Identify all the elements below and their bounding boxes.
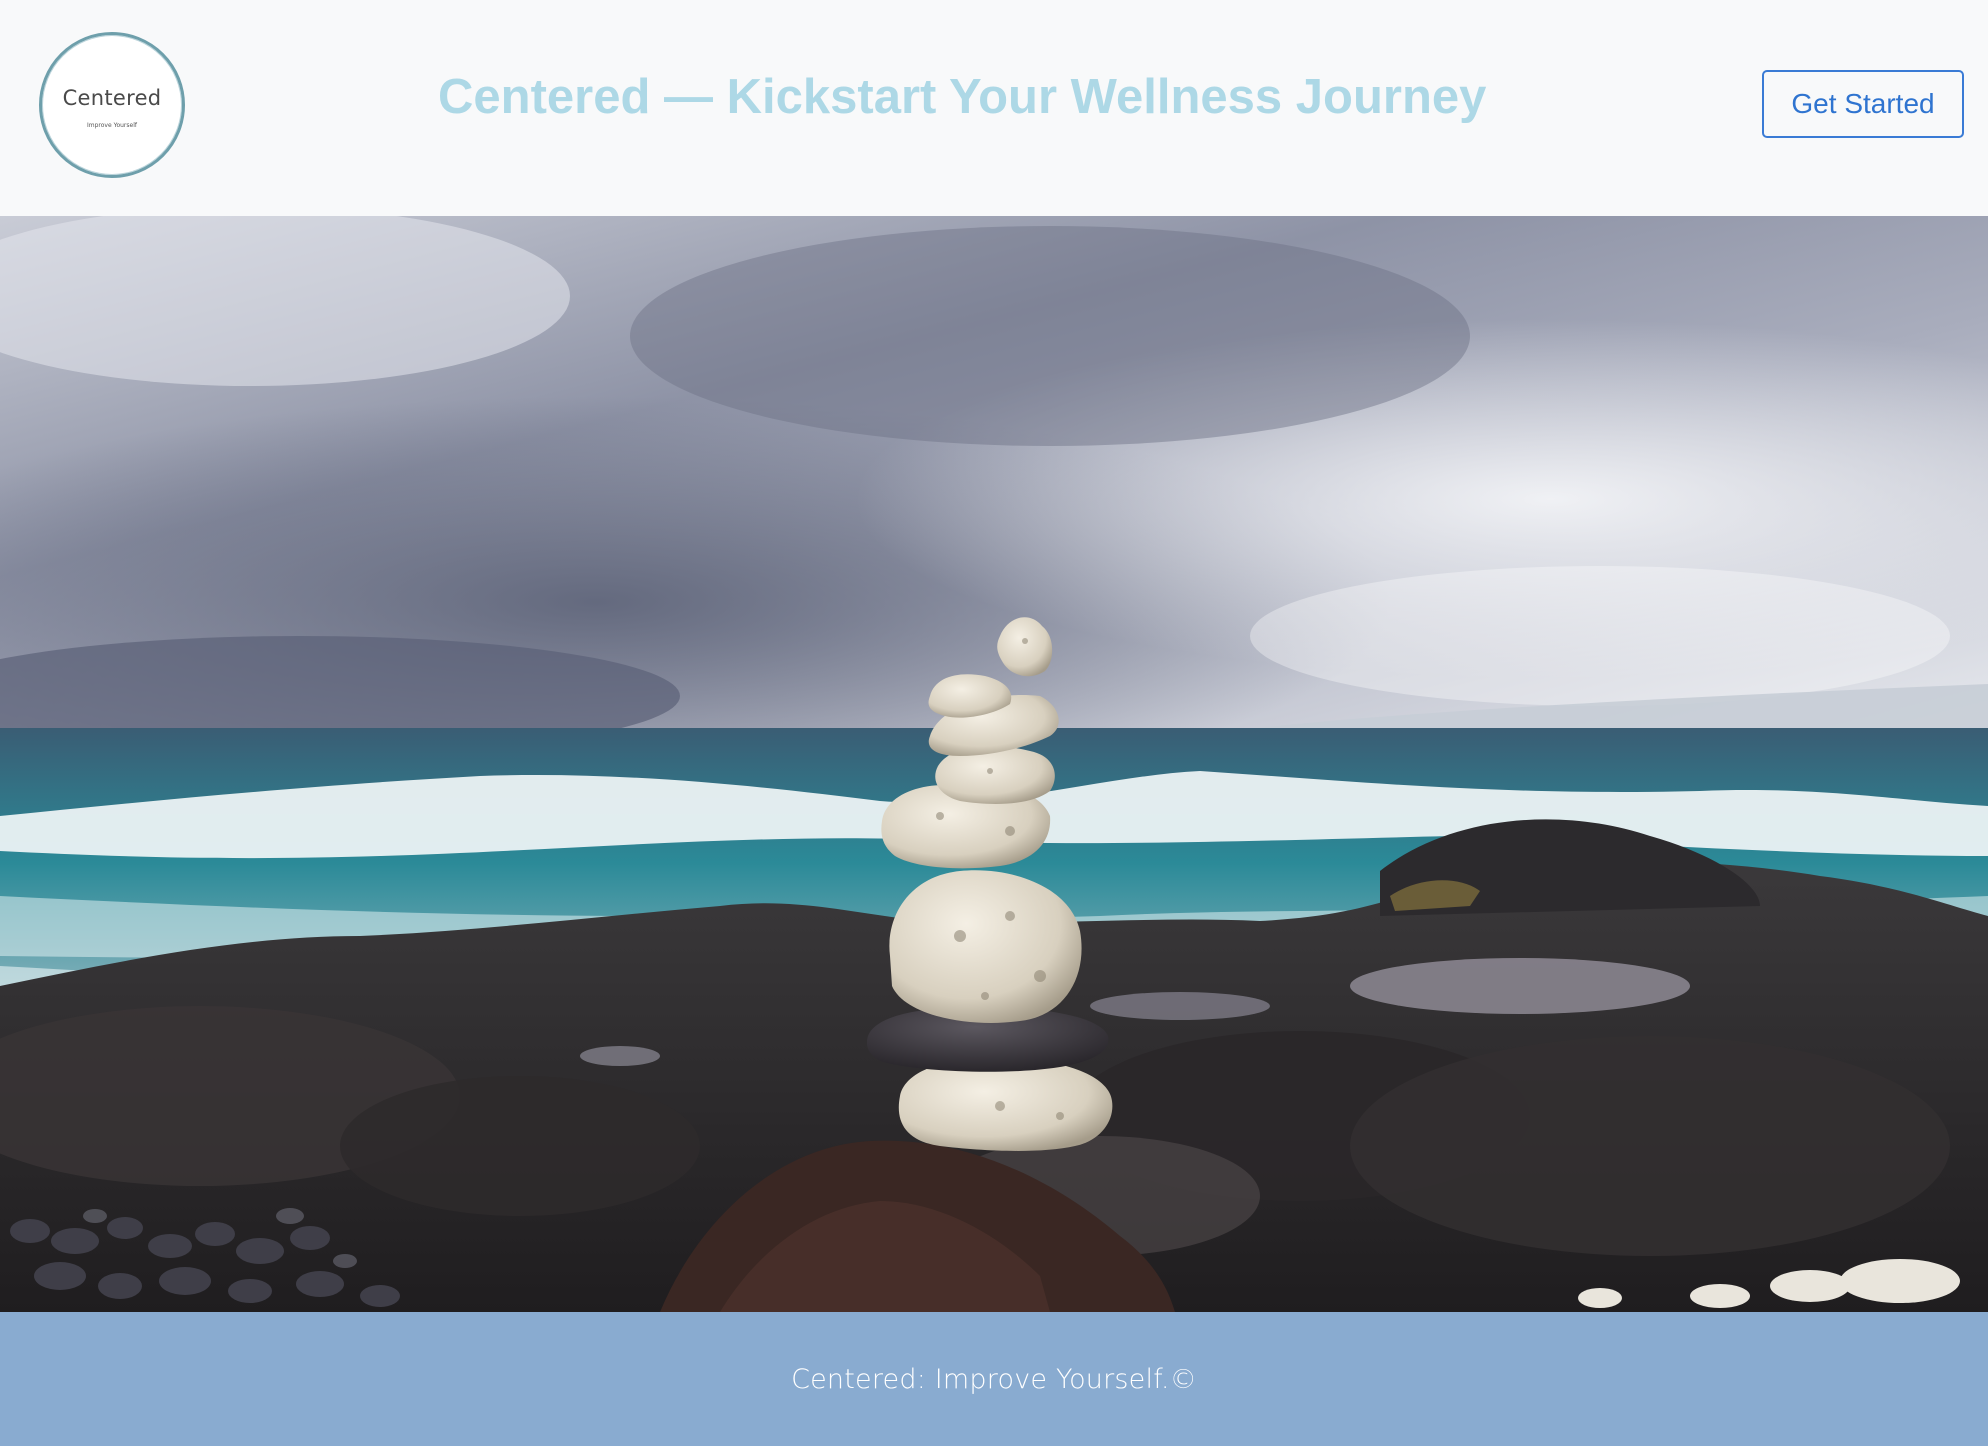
logo-tagline: Improve Yourself <box>87 121 137 129</box>
page-title: Centered — Kickstart Your Wellness Journ… <box>438 70 1487 124</box>
logo-brand-name: Centered <box>62 85 162 110</box>
footer-copyright: Centered: Improve Yourself.© <box>791 1363 1197 1395</box>
hero-image <box>0 216 1988 1312</box>
site-header: Centered Improve Yourself Centered — Kic… <box>0 0 1988 216</box>
landing-page: Centered Improve Yourself Centered — Kic… <box>0 0 1988 1446</box>
beach-cairn-illustration <box>0 216 1988 1312</box>
brand-logo[interactable]: Centered Improve Yourself <box>39 32 185 178</box>
get-started-button[interactable]: Get Started <box>1762 70 1964 138</box>
site-footer: Centered: Improve Yourself.© <box>0 1312 1988 1446</box>
